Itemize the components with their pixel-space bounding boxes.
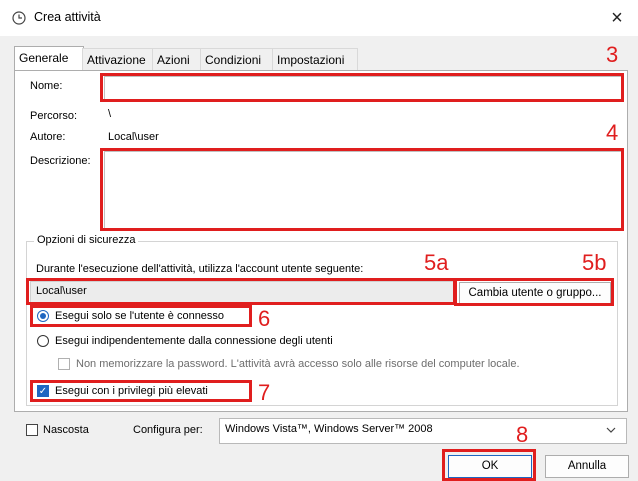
annotation-label-8: 8	[516, 422, 529, 447]
hidden-checkbox[interactable]	[26, 424, 38, 436]
configure-for-value: Windows Vista™, Windows Server™ 2008	[225, 423, 433, 435]
cancel-button[interactable]: Annulla	[545, 455, 629, 478]
annotation-label-6: 6	[258, 306, 271, 331]
annotation-label-7: 7	[258, 380, 271, 405]
author-value: Local\user	[108, 131, 159, 143]
configure-for-label: Configura per:	[133, 424, 203, 436]
annotation-box-3	[100, 73, 624, 102]
tab-condizioni[interactable]: Condizioni	[200, 48, 275, 71]
annotation-label-5b: 5b	[582, 250, 607, 275]
annotation-box-5b	[454, 278, 614, 306]
security-options-title: Opzioni di sicurezza	[34, 234, 139, 246]
close-button[interactable]: ×	[602, 4, 632, 32]
window-title: Crea attività	[34, 10, 101, 24]
annotation-box-4	[100, 148, 624, 231]
task-scheduler-icon	[12, 11, 26, 25]
account-prompt: Durante l'esecuzione dell'attività, util…	[36, 263, 364, 275]
tab-azioni[interactable]: Azioni	[152, 48, 204, 71]
annotation-label-4: 4	[606, 120, 619, 145]
tab-generale[interactable]: Generale	[14, 46, 84, 71]
radio-run-always-label[interactable]: Esegui indipendentemente dalla connessio…	[55, 335, 333, 347]
chevron-down-icon	[606, 427, 616, 433]
radio-run-always[interactable]	[37, 335, 49, 347]
annotation-label-5a: 5a	[424, 250, 449, 275]
annotation-box-5a	[26, 278, 456, 305]
path-value: \	[108, 108, 112, 120]
do-not-store-password-label: Non memorizzare la password. L'attività …	[76, 358, 520, 370]
path-label: Percorso:	[30, 110, 78, 122]
annotation-label-3: 3	[606, 42, 619, 67]
tab-attivazione[interactable]: Attivazione	[82, 48, 154, 71]
name-label: Nome:	[30, 80, 63, 92]
hidden-label[interactable]: Nascosta	[43, 424, 89, 436]
tab-impostazioni[interactable]: Impostazioni	[272, 48, 358, 71]
annotation-box-7	[30, 380, 252, 402]
do-not-store-password-checkbox[interactable]	[58, 358, 70, 370]
annotation-box-8	[442, 449, 536, 481]
annotation-box-6	[30, 305, 252, 327]
author-label: Autore:	[30, 131, 66, 143]
description-label: Descrizione:	[30, 155, 91, 167]
